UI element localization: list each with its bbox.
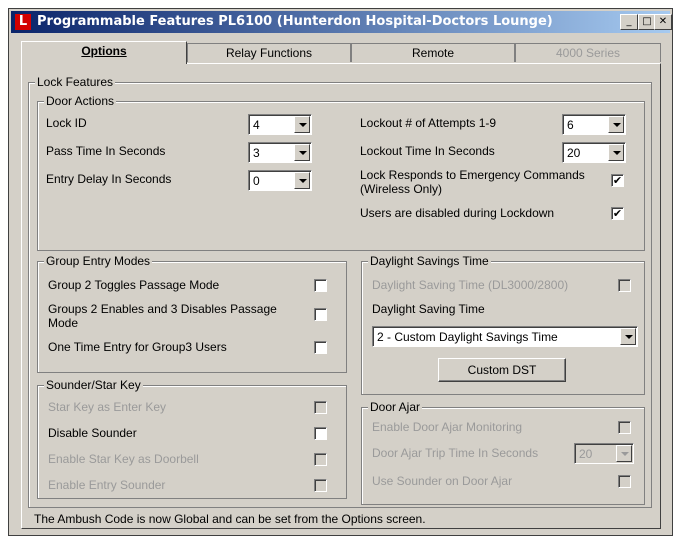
lockdown-label: Users are disabled during Lockdown xyxy=(360,206,555,220)
chevron-down-icon[interactable] xyxy=(294,116,310,133)
door-ajar-trip-label: Door Ajar Trip Time In Seconds xyxy=(372,446,539,460)
close-button[interactable]: ✕ xyxy=(654,14,672,30)
disable-sounder-label: Disable Sounder xyxy=(48,426,137,440)
star-enter-label: Star Key as Enter Key xyxy=(48,400,167,414)
door-actions-legend: Door Actions xyxy=(44,94,117,108)
star-enter-checkbox[interactable] xyxy=(314,401,327,414)
star-doorbell-label: Enable Star Key as Doorbell xyxy=(48,452,199,466)
group-entry-modes-group: Group Entry Modes Group 2 Toggles Passag… xyxy=(37,254,347,373)
lock-features-group: Lock Features Door Actions Lock ID 4 Pas… xyxy=(28,75,652,508)
dst-legend: Daylight Savings Time xyxy=(368,254,491,268)
tab-strip: Options Relay Functions Remote 4000 Seri… xyxy=(21,41,661,64)
enable-door-ajar-label: Enable Door Ajar Monitoring xyxy=(372,420,523,434)
minimize-button[interactable]: _ xyxy=(620,14,638,30)
lock-id-value: 4 xyxy=(253,118,260,132)
door-actions-group: Door Actions Lock ID 4 Pass Time In Seco… xyxy=(37,94,645,251)
lock-id-label: Lock ID xyxy=(46,116,87,130)
lockout-time-select[interactable]: 20 xyxy=(562,142,626,163)
entry-sounder-label: Enable Entry Sounder xyxy=(48,478,166,492)
dst-select-value: 2 - Custom Daylight Savings Time xyxy=(377,330,558,344)
dst-dl3000-checkbox[interactable] xyxy=(618,279,631,292)
lockdown-checkbox[interactable]: ✔ xyxy=(611,207,624,220)
star-doorbell-checkbox[interactable] xyxy=(314,453,327,466)
pass-time-value: 3 xyxy=(253,146,260,160)
entry-delay-label: Entry Delay In Seconds xyxy=(46,172,172,186)
dst-label: Daylight Saving Time xyxy=(372,302,485,316)
dst-dl3000-label: Daylight Saving Time (DL3000/2800) xyxy=(372,278,569,292)
toggle-passage-label: Group 2 Toggles Passage Mode xyxy=(48,278,220,292)
footer-note: The Ambush Code is now Global and can be… xyxy=(34,512,426,526)
emergency-label-line2: (Wireless Only) xyxy=(360,182,443,196)
door-ajar-trip-value: 20 xyxy=(579,447,593,461)
sounder-door-ajar-label: Use Sounder on Door Ajar xyxy=(372,474,513,488)
one-time-entry-label: One Time Entry for Group3 Users xyxy=(48,340,227,354)
lock-features-legend: Lock Features xyxy=(35,75,116,89)
tab-remote[interactable]: Remote xyxy=(351,43,515,62)
chevron-down-icon[interactable] xyxy=(608,116,624,133)
sounder-legend: Sounder/Star Key xyxy=(44,378,143,392)
entry-sounder-checkbox[interactable] xyxy=(314,479,327,492)
toggle-passage-checkbox[interactable] xyxy=(314,279,327,292)
door-ajar-group: Door Ajar Enable Door Ajar Monitoring Do… xyxy=(361,400,645,505)
emergency-checkbox[interactable]: ✔ xyxy=(611,174,624,187)
entry-delay-select[interactable]: 0 xyxy=(248,170,312,191)
group-entry-legend: Group Entry Modes xyxy=(44,254,153,268)
chevron-down-icon[interactable] xyxy=(294,144,310,161)
dst-select[interactable]: 2 - Custom Daylight Savings Time xyxy=(372,326,638,347)
options-panel: Lock Features Door Actions Lock ID 4 Pas… xyxy=(21,63,661,529)
custom-dst-button[interactable]: Custom DST xyxy=(438,358,566,382)
tab-4000-series[interactable]: 4000 Series xyxy=(515,43,661,62)
lockout-attempts-select[interactable]: 6 xyxy=(562,114,626,135)
pass-time-label: Pass Time In Seconds xyxy=(46,144,166,158)
programmable-features-window: L Programmable Features PL6100 (Hunterdo… xyxy=(8,8,673,536)
entry-delay-value: 0 xyxy=(253,174,260,188)
lockout-attempts-value: 6 xyxy=(567,118,574,132)
enables-disables-label-line2: Mode xyxy=(48,316,79,330)
chevron-down-icon[interactable] xyxy=(616,445,632,462)
door-ajar-trip-select[interactable]: 20 xyxy=(574,443,634,464)
enables-disables-checkbox[interactable] xyxy=(314,308,327,321)
sounder-door-ajar-checkbox[interactable] xyxy=(618,475,631,488)
lockout-time-value: 20 xyxy=(567,146,581,160)
title-bar[interactable]: L Programmable Features PL6100 (Hunterdo… xyxy=(11,11,672,33)
lockout-time-label: Lockout Time In Seconds xyxy=(360,144,495,158)
emergency-label-line1: Lock Responds to Emergency Commands xyxy=(360,168,585,182)
daylight-savings-group: Daylight Savings Time Daylight Saving Ti… xyxy=(361,254,645,395)
chevron-down-icon[interactable] xyxy=(620,328,636,345)
sounder-star-key-group: Sounder/Star Key Star Key as Enter Key D… xyxy=(37,378,347,499)
disable-sounder-checkbox[interactable] xyxy=(314,427,327,440)
enable-door-ajar-checkbox[interactable] xyxy=(618,421,631,434)
lock-id-select[interactable]: 4 xyxy=(248,114,312,135)
pass-time-select[interactable]: 3 xyxy=(248,142,312,163)
tab-relay-functions[interactable]: Relay Functions xyxy=(187,43,351,62)
enables-disables-label-line1: Groups 2 Enables and 3 Disables Passage xyxy=(48,302,277,316)
app-lock-icon: L xyxy=(15,14,31,30)
window-title: Programmable Features PL6100 (Hunterdon … xyxy=(37,14,553,29)
tab-options[interactable]: Options xyxy=(21,41,187,64)
lockout-attempts-label: Lockout # of Attempts 1-9 xyxy=(360,116,497,130)
one-time-entry-checkbox[interactable] xyxy=(314,341,327,354)
chevron-down-icon[interactable] xyxy=(608,144,624,161)
door-ajar-legend: Door Ajar xyxy=(368,400,423,414)
chevron-down-icon[interactable] xyxy=(294,172,310,189)
